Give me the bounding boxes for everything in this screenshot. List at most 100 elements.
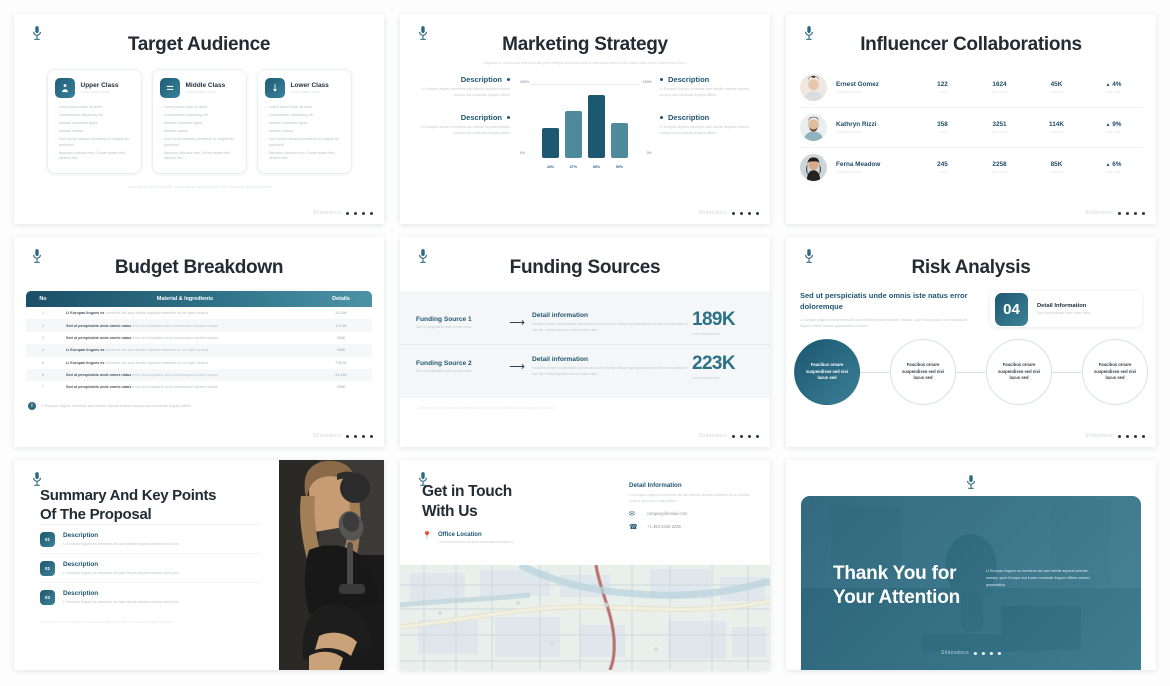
card-subtitle: Lorem ipsum dolor	[290, 90, 321, 95]
table-row[interactable]: Kathryn Rizzi Famous influencer 358 Post …	[800, 108, 1142, 148]
list-item-text: Cum sociis natoque penatibus et magnis d…	[58, 137, 130, 147]
page-dot[interactable]	[1134, 434, 1137, 438]
page-dot[interactable]	[1126, 434, 1129, 438]
cell-details: 2-2.9K	[335, 323, 347, 328]
page-dot[interactable]	[370, 434, 373, 438]
page-dot[interactable]	[982, 651, 986, 655]
slide-thank-you[interactable]: Thank You for Your Attention Li Europan …	[786, 460, 1156, 670]
funding-source-sub: Sed ut perspiciatis unde omnis natus	[416, 369, 472, 373]
person-icon	[54, 78, 75, 98]
audience-card[interactable]: Upper Class Lorem ipsum dolor - Lorem ips…	[46, 69, 142, 174]
page-dot[interactable]	[748, 211, 751, 215]
cell-material-rest: membres del sam familie separat existent…	[105, 348, 209, 353]
watermark: Slidesdocs	[313, 210, 373, 216]
page-dot[interactable]	[998, 651, 1002, 655]
list-item-text: Consectetuer adipiscing elit.	[58, 113, 104, 118]
microphone-icon	[419, 472, 427, 486]
influencer-name: Ernest Gomez	[836, 81, 879, 89]
table-row[interactable]: 1 Li Europan lingues es membres del sam f…	[26, 307, 372, 319]
cell-material-rest: error sit voluptatem accu doloremque lau…	[132, 335, 218, 340]
bar-value-label: 43%	[546, 165, 555, 170]
slide-target-audience[interactable]: Target Audience Upper Class Lorem ipsum …	[14, 14, 384, 224]
slide-get-in-touch[interactable]: Get in Touch With Us 📍 Office Location L…	[400, 460, 770, 670]
page-dot[interactable]	[748, 434, 751, 438]
page-dot[interactable]	[990, 651, 994, 655]
slide-summary-key-points[interactable]: Summary And Key Points Of The Proposal 0…	[14, 460, 384, 670]
slide-footer-text: Lorem ipsum dolor sit amet, consectetuer…	[40, 620, 175, 625]
page-dot[interactable]	[346, 434, 349, 438]
city-street-map[interactable]	[400, 565, 770, 670]
rate-label: Eng. Rate	[1106, 129, 1121, 134]
budget-table: No Material & Ingredients Details 1 Li Eu…	[26, 291, 372, 394]
page-dot[interactable]	[1142, 434, 1145, 438]
slide-budget-breakdown[interactable]: Budget Breakdown No Material & Ingredien…	[14, 237, 384, 447]
risk-circle[interactable]: Faucibus ornare suspendisse sed nisi lac…	[1082, 339, 1148, 406]
audience-card[interactable]: Middle Class Lorem ipsum dolor - Lorem ip…	[151, 69, 247, 174]
cell-details: 778.2K	[335, 360, 347, 365]
page-title-line2: Your Attention	[833, 587, 961, 609]
bullet-dash: -	[54, 113, 56, 118]
table-row[interactable]: 6 Sed ut perspiciatis unde omnis natus er…	[26, 368, 372, 382]
risk-circle[interactable]: Faucibus ornare suspendisse sed nisi lac…	[890, 339, 956, 406]
right-descriptions: Description Li Europan lingues membres s…	[660, 75, 756, 171]
slide-influencer-collaborations[interactable]: Influencer Collaborations Ernest Gomez F…	[786, 14, 1156, 224]
page-dot[interactable]	[756, 211, 759, 215]
page-dot[interactable]	[354, 211, 357, 215]
summary-item[interactable]: 03 Description Li Europan lingues es memb…	[40, 582, 261, 611]
summary-item[interactable]: 01 Description Li Europan lingues es memb…	[40, 524, 261, 553]
email-row[interactable]: ✉ company@email.com	[629, 510, 754, 518]
table-row[interactable]: 7 Sed ut perspiciatis unde omnis natus er…	[26, 381, 372, 393]
funding-source-title: Funding Source 2	[416, 360, 472, 367]
page-dot[interactable]	[740, 211, 743, 215]
watermark: Slidesdocs	[699, 433, 759, 439]
list-item: - Nascetur ridiculus mus. Donec quam feli…	[55, 151, 134, 162]
bullet-dash: -	[159, 121, 161, 126]
rate-number: 9%	[1112, 121, 1122, 129]
funding-row[interactable]: Funding Source 1 Sed ut perspiciatis und…	[400, 301, 770, 345]
slide-footer-text: Lorem ipsum dolor sit amet, consectetuer…	[126, 184, 272, 189]
slide-risk-analysis[interactable]: Risk Analysis Sed ut perspiciatis unde o…	[786, 237, 1156, 447]
bullet-dash: -	[54, 150, 56, 155]
slide-funding-sources[interactable]: Funding Sources Funding Source 1 Sed ut …	[400, 237, 770, 447]
table-row[interactable]: 3 Sed ut perspiciatis unde omnis natus er…	[26, 332, 372, 344]
table-row[interactable]: Ernest Gomez Famous influencer 122 Post 1…	[800, 68, 1142, 108]
thank-you-paragraph: Li Europan lingues es membres del sam fa…	[986, 569, 1090, 588]
page-dot[interactable]	[756, 434, 759, 438]
table-row[interactable]: Ferna Meadow Famous influencer 245 Post 2…	[800, 148, 1142, 187]
cell-material-bold: Li Europan lingues es	[66, 360, 105, 365]
risk-heading: Sed ut perspiciatis unde omnis iste natu…	[800, 291, 968, 311]
description-text: Li Europan lingues membres sam familie s…	[660, 87, 749, 98]
page-dot[interactable]	[1134, 211, 1137, 215]
risk-circle[interactable]: Faucibus ornare suspendisse sed nisi lac…	[986, 339, 1052, 406]
audience-card[interactable]: Lower Class Lorem ipsum dolor - Lorem ips…	[256, 69, 352, 174]
page-dot[interactable]	[1118, 434, 1121, 438]
views-label: Avg. views	[991, 89, 1008, 94]
table-row[interactable]: 2 Sed ut perspiciatis unde omnis natus er…	[26, 319, 372, 332]
page-dot[interactable]	[974, 651, 978, 655]
funding-row[interactable]: Funding Source 2 Sed ut perspiciatis und…	[400, 345, 770, 388]
table-row[interactable]: 4 Li Europan lingues es membres del sam f…	[26, 344, 372, 357]
page-dot[interactable]	[354, 434, 357, 438]
summary-item[interactable]: 02 Description Li Europan lingues es memb…	[40, 553, 261, 582]
page-dot[interactable]	[732, 434, 735, 438]
slide-marketing-strategy[interactable]: Marketing Strategy Vulputate eu sceleris…	[400, 14, 770, 224]
phone-row[interactable]: ☎ +1 353 2345 2235	[629, 523, 754, 531]
risk-detail-card[interactable]: 04 Detail Information Sed ut perspiciati…	[990, 291, 1142, 327]
item-text: Li Europan lingues es membres del sam fa…	[63, 541, 179, 546]
list-item-text: Nascetur ridiculus mus. Donec quam felis…	[163, 150, 231, 161]
page-dot[interactable]	[1118, 211, 1121, 215]
bar	[542, 127, 559, 159]
risk-circle[interactable]: Faucibus ornare suspendisse sed nisi lac…	[794, 339, 860, 406]
table-row[interactable]: 5 Li Europan lingues es membres del sam f…	[26, 357, 372, 369]
page-dot[interactable]	[346, 211, 349, 215]
page-dot[interactable]	[1142, 211, 1145, 215]
page-dot[interactable]	[362, 211, 365, 215]
page-title-line1: Thank You for	[833, 563, 957, 584]
page-dot[interactable]	[1126, 211, 1129, 215]
page-dot[interactable]	[370, 211, 373, 215]
page-dot[interactable]	[740, 434, 743, 438]
page-dot[interactable]	[362, 434, 365, 438]
funding-source-title: Funding Source 1	[416, 316, 472, 323]
audience-card-list: Upper Class Lorem ipsum dolor - Lorem ips…	[14, 69, 384, 174]
page-dot[interactable]	[732, 211, 735, 215]
